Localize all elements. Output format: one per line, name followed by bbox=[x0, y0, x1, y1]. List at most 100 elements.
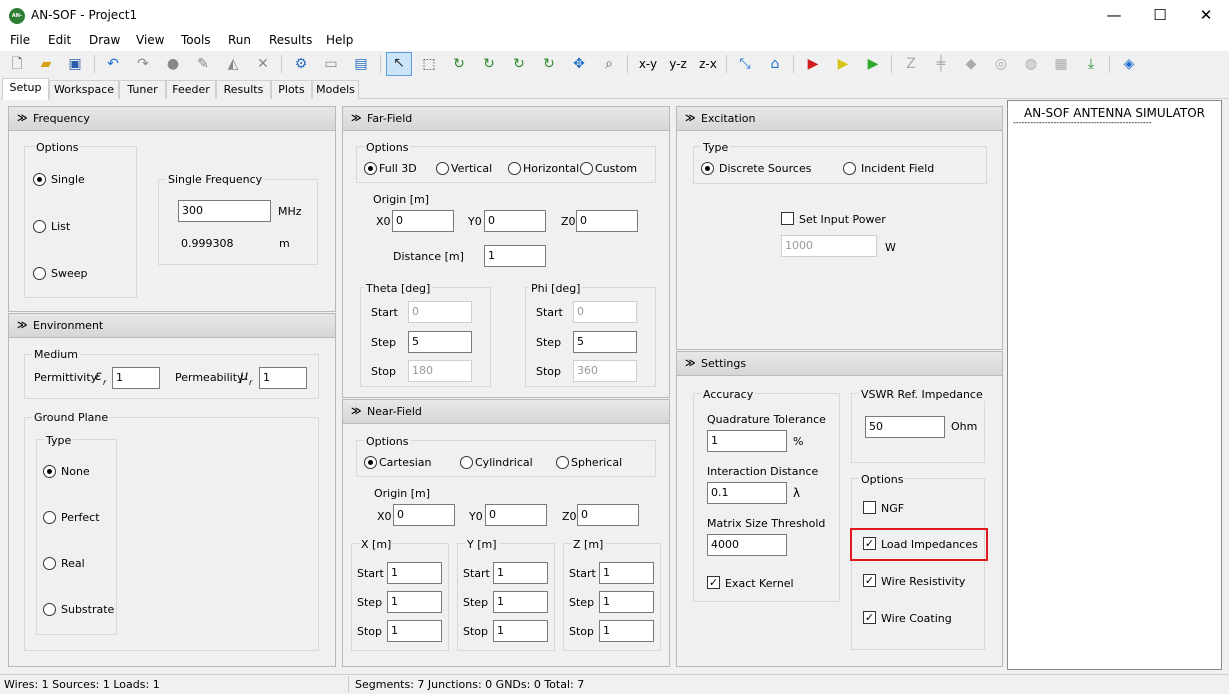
nf-z-start-input[interactable]: 1 bbox=[599, 562, 654, 584]
rotate-z-icon[interactable]: ↻ bbox=[509, 54, 529, 74]
nf-x-start-input[interactable]: 1 bbox=[387, 562, 442, 584]
antenna-icon[interactable]: ◆ bbox=[961, 54, 981, 74]
ground-substrate-radio[interactable] bbox=[43, 603, 56, 616]
ff-x0-input[interactable]: 0 bbox=[392, 210, 454, 232]
save-icon[interactable]: ▣ bbox=[65, 54, 85, 74]
run-green-icon[interactable]: ▶ bbox=[863, 54, 883, 74]
run-yellow-icon[interactable]: ▶ bbox=[833, 54, 853, 74]
delete-icon[interactable]: ✕ bbox=[253, 54, 273, 74]
theta-step-input[interactable]: 5 bbox=[408, 331, 472, 353]
comment-icon[interactable]: ▭ bbox=[321, 54, 341, 74]
selection-box-icon[interactable]: ⬚ bbox=[419, 54, 439, 74]
select-pointer-icon[interactable]: ↖ bbox=[386, 52, 412, 76]
excitation-header[interactable]: ≫ Excitation bbox=[677, 107, 1002, 131]
help-book-icon[interactable]: ◈ bbox=[1119, 54, 1139, 74]
tab-feeder[interactable]: Feeder bbox=[166, 80, 216, 99]
theta-stop-input[interactable]: 180 bbox=[408, 360, 472, 382]
nf-x0-input[interactable]: 0 bbox=[393, 504, 455, 526]
horizontal-radio[interactable] bbox=[508, 162, 521, 175]
report-icon[interactable]: ▤ bbox=[351, 54, 371, 74]
matrix-threshold-input[interactable]: 4000 bbox=[707, 534, 787, 556]
load-impedances-checkbox[interactable]: ✓ bbox=[863, 537, 876, 550]
menu-edit[interactable]: Edit bbox=[48, 33, 71, 47]
nf-y-start-input[interactable]: 1 bbox=[493, 562, 548, 584]
undo-icon[interactable]: ↶ bbox=[103, 54, 123, 74]
ngf-checkbox[interactable] bbox=[863, 501, 876, 514]
vswr-input[interactable]: 50 bbox=[865, 416, 945, 438]
wire-coating-checkbox[interactable]: ✓ bbox=[863, 611, 876, 624]
full3d-radio[interactable] bbox=[364, 162, 377, 175]
cartesian-radio[interactable] bbox=[364, 456, 377, 469]
input-power-input[interactable]: 1000 bbox=[781, 235, 877, 257]
interaction-input[interactable]: 0.1 bbox=[707, 482, 787, 504]
tab-plots[interactable]: Plots bbox=[271, 80, 312, 99]
nf-x-stop-input[interactable]: 1 bbox=[387, 620, 442, 642]
tab-models[interactable]: Models bbox=[312, 80, 359, 99]
custom-radio[interactable] bbox=[580, 162, 593, 175]
phi-start-input[interactable]: 0 bbox=[573, 301, 637, 323]
pattern-3d-icon[interactable]: ◍ bbox=[1021, 54, 1041, 74]
view-xy-button[interactable]: x-y bbox=[636, 54, 660, 74]
phi-stop-input[interactable]: 360 bbox=[573, 360, 637, 382]
menu-help[interactable]: Help bbox=[326, 33, 353, 47]
menu-tools[interactable]: Tools bbox=[181, 33, 211, 47]
menu-file[interactable]: File bbox=[10, 33, 30, 47]
fit-view-icon[interactable]: ⤡ bbox=[735, 54, 755, 74]
vertical-radio[interactable] bbox=[436, 162, 449, 175]
radiation-pattern-icon[interactable]: ◎ bbox=[991, 54, 1011, 74]
single-radio[interactable] bbox=[33, 173, 46, 186]
quadrature-input[interactable]: 1 bbox=[707, 430, 787, 452]
discrete-sources-radio[interactable] bbox=[701, 162, 714, 175]
menu-draw[interactable]: Draw bbox=[89, 33, 120, 47]
ground-real-radio[interactable] bbox=[43, 557, 56, 570]
frequency-input[interactable]: 300 bbox=[178, 200, 271, 222]
environment-header[interactable]: ≫ Environment bbox=[9, 314, 335, 338]
open-folder-icon[interactable]: ▰ bbox=[36, 54, 56, 74]
cylindrical-radio[interactable] bbox=[460, 456, 473, 469]
nf-y-step-input[interactable]: 1 bbox=[493, 591, 548, 613]
current-distribution-icon[interactable]: ╪ bbox=[931, 54, 951, 74]
close-button[interactable]: ✕ bbox=[1183, 0, 1229, 31]
tab-workspace[interactable]: Workspace bbox=[49, 80, 119, 99]
permeability-input[interactable]: 1 bbox=[259, 367, 307, 389]
nf-y0-input[interactable]: 0 bbox=[485, 504, 547, 526]
permittivity-input[interactable]: 1 bbox=[112, 367, 160, 389]
menu-run[interactable]: Run bbox=[228, 33, 251, 47]
view-yz-button[interactable]: y-z bbox=[666, 54, 690, 74]
settings-header[interactable]: ≫ Settings bbox=[677, 352, 1002, 376]
zoom-icon[interactable]: ⌕ bbox=[599, 54, 619, 74]
new-file-icon[interactable]: 🗋 bbox=[7, 54, 27, 74]
theta-start-input[interactable]: 0 bbox=[408, 301, 472, 323]
wire-resistivity-checkbox[interactable]: ✓ bbox=[863, 574, 876, 587]
rotate-3d-icon[interactable]: ↻ bbox=[539, 54, 559, 74]
nf-y-stop-input[interactable]: 1 bbox=[493, 620, 548, 642]
distance-input[interactable]: 1 bbox=[484, 245, 546, 267]
run-red-icon[interactable]: ▶ bbox=[803, 54, 823, 74]
phi-step-input[interactable]: 5 bbox=[573, 331, 637, 353]
tab-results[interactable]: Results bbox=[216, 80, 271, 99]
pencil-icon[interactable]: ✎ bbox=[193, 54, 213, 74]
rotate-x-icon[interactable]: ↻ bbox=[449, 54, 469, 74]
nf-z-step-input[interactable]: 1 bbox=[599, 591, 654, 613]
ff-y0-input[interactable]: 0 bbox=[484, 210, 546, 232]
nf-x-step-input[interactable]: 1 bbox=[387, 591, 442, 613]
list-radio[interactable] bbox=[33, 220, 46, 233]
farfield-header[interactable]: ≫ Far-Field bbox=[343, 107, 669, 131]
redo-icon[interactable]: ↷ bbox=[133, 54, 153, 74]
sweep-radio[interactable] bbox=[33, 267, 46, 280]
download-icon[interactable]: ⤓ bbox=[1081, 54, 1101, 74]
set-input-power-checkbox[interactable] bbox=[781, 212, 794, 225]
impedance-icon[interactable]: Z bbox=[901, 54, 921, 74]
maximize-button[interactable]: ☐ bbox=[1137, 0, 1183, 31]
nf-z0-input[interactable]: 0 bbox=[577, 504, 639, 526]
nearfield-header[interactable]: ≫ Near-Field bbox=[343, 400, 669, 424]
minimize-button[interactable]: — bbox=[1091, 0, 1137, 31]
frequency-header[interactable]: ≫ Frequency bbox=[9, 107, 335, 131]
settings-gear-icon[interactable]: ⚙ bbox=[291, 54, 311, 74]
view-zx-button[interactable]: z-x bbox=[696, 54, 720, 74]
eraser-icon[interactable]: ◭ bbox=[223, 54, 243, 74]
stop-icon[interactable]: ● bbox=[163, 54, 183, 74]
ground-none-radio[interactable] bbox=[43, 465, 56, 478]
ground-perfect-radio[interactable] bbox=[43, 511, 56, 524]
rotate-y-icon[interactable]: ↻ bbox=[479, 54, 499, 74]
